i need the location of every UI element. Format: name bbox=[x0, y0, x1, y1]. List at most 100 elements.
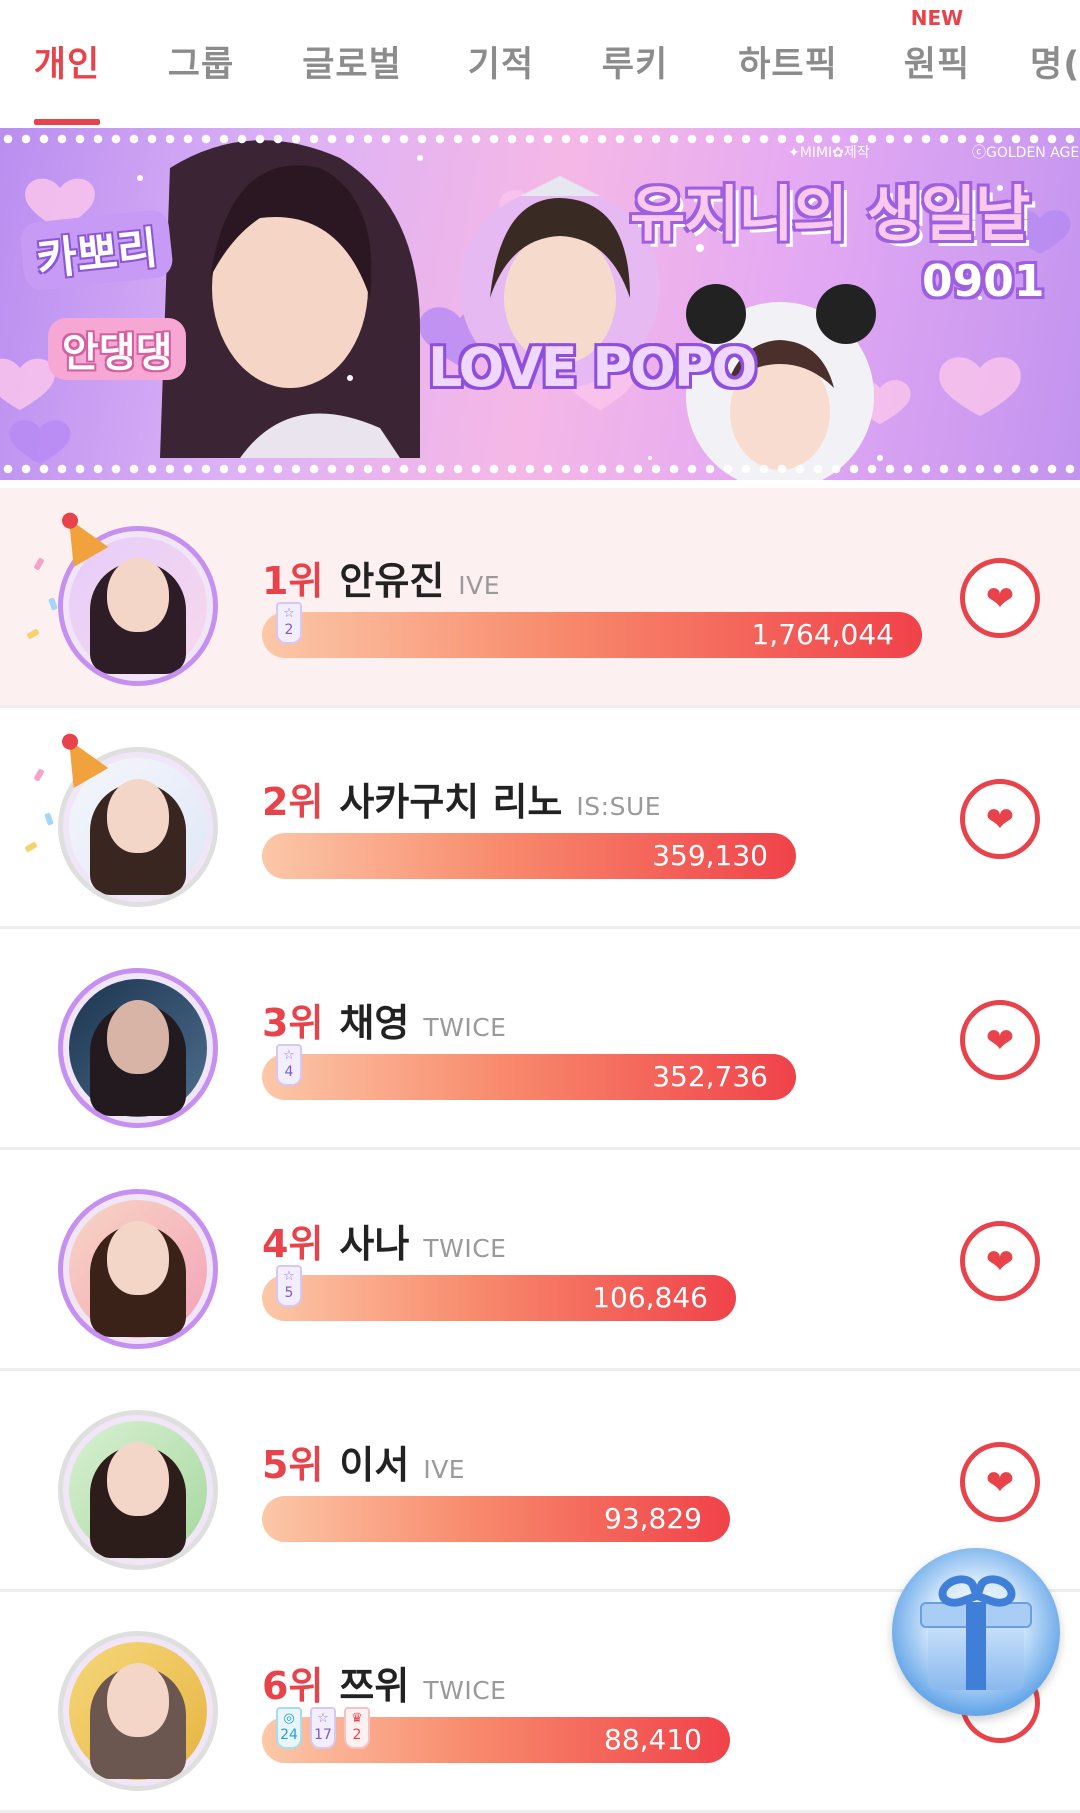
vote-heart-button[interactable]: ❤ bbox=[960, 558, 1040, 638]
ranking-row-3[interactable]: 3위 채영 TWICE ☆ 4 352,736 ❤ bbox=[0, 930, 1080, 1150]
vote-count: 352,736 bbox=[652, 1060, 768, 1093]
rank-label: 2위 bbox=[262, 780, 324, 824]
vote-bar: 359,130 bbox=[262, 833, 796, 879]
star-icon: ☆ bbox=[317, 1711, 329, 1726]
gift-ribbon bbox=[966, 1602, 986, 1690]
avatar[interactable] bbox=[58, 1189, 218, 1349]
star-badge: ☆ 5 bbox=[276, 1265, 302, 1307]
badge-count: 2 bbox=[284, 622, 294, 638]
rank-line: 5위 이서 IVE bbox=[262, 1434, 465, 1489]
idol-name: 이서 bbox=[339, 1443, 410, 1487]
badge-count: 17 bbox=[314, 1727, 332, 1743]
banner-stamp-edge-bottom bbox=[0, 464, 1080, 474]
banner-credit-maker: ✦MIMI✿제작 bbox=[788, 145, 870, 161]
heart-icon: ❤ bbox=[985, 579, 1015, 619]
new-badge: NEW bbox=[910, 6, 964, 30]
heart-icon: ❤ bbox=[985, 800, 1015, 840]
idol-name: 사나 bbox=[339, 1222, 410, 1266]
vote-heart-button[interactable]: ❤ bbox=[960, 1000, 1040, 1080]
rank-label: 4위 bbox=[262, 1222, 324, 1266]
tab-hall-of-fame[interactable]: 명( bbox=[1030, 0, 1080, 128]
badge-count: 2 bbox=[352, 1727, 362, 1743]
rank-label: 6위 bbox=[262, 1664, 324, 1708]
gift-floating-button[interactable] bbox=[892, 1548, 1060, 1716]
vote-heart-button[interactable]: ❤ bbox=[960, 779, 1040, 859]
avatar-face bbox=[107, 778, 169, 853]
medal-badge: ◎ 24 bbox=[276, 1707, 302, 1749]
vote-count: 106,846 bbox=[592, 1281, 708, 1314]
rank-line: 1위 안유진 IVE bbox=[262, 550, 500, 605]
confetti bbox=[48, 597, 58, 611]
vote-count: 1,764,044 bbox=[751, 618, 894, 651]
tab-miracle[interactable]: 기적 bbox=[454, 0, 548, 128]
banner-love-popo: LOVE POPO bbox=[428, 336, 757, 399]
confetti bbox=[33, 557, 45, 571]
tab-group[interactable]: 그룹 bbox=[154, 0, 248, 128]
banner-tag-andaengdaeng: 안댕댕 bbox=[48, 318, 187, 380]
group-name: TWICE bbox=[423, 1013, 507, 1042]
tab-label: 글로벌 bbox=[302, 45, 402, 85]
idol-name: 쯔위 bbox=[339, 1664, 410, 1708]
birthday-banner[interactable]: 카뽀리 안댕댕 유지니의 생일날 0901 LOVE POPO ✦MIMI✿제작… bbox=[0, 128, 1080, 480]
confetti bbox=[33, 768, 45, 782]
star-icon: ☆ bbox=[283, 1269, 295, 1284]
tab-label: 루키 bbox=[601, 45, 669, 85]
ranking-row-2[interactable]: 2위 사카구치 리노 IS:SUE 359,130 ❤ bbox=[0, 709, 1080, 929]
vote-bar: ☆ 2 1,764,044 bbox=[262, 602, 922, 658]
avatar-face bbox=[107, 999, 169, 1074]
star-badge: ☆ 4 bbox=[276, 1044, 302, 1086]
group-name: IVE bbox=[458, 571, 501, 600]
medal-icon: ◎ bbox=[283, 1711, 295, 1726]
heart-icon: ❤ bbox=[985, 1021, 1015, 1061]
ranking-row-1[interactable]: 1위 안유진 IVE ☆ 2 1,764,044 ❤ bbox=[0, 488, 1080, 708]
tab-onepick[interactable]: NEW 원픽 bbox=[890, 0, 984, 128]
group-name: TWICE bbox=[423, 1234, 507, 1263]
crown-icon: ♛ bbox=[351, 1711, 363, 1726]
tab-label: 개인 bbox=[33, 45, 101, 85]
avatar-image bbox=[69, 1421, 207, 1559]
vote-bar: ☆ 5 106,846 bbox=[262, 1265, 736, 1321]
tab-label: 하트픽 bbox=[738, 45, 838, 85]
avatar-face bbox=[107, 557, 169, 632]
vote-heart-button[interactable]: ❤ bbox=[960, 1221, 1040, 1301]
avatar-image bbox=[69, 979, 207, 1117]
confetti bbox=[24, 841, 38, 853]
heart-icon: ❤ bbox=[985, 1242, 1015, 1282]
rank-line: 4위 사나 TWICE bbox=[262, 1213, 506, 1268]
tab-heartpick[interactable]: 하트픽 bbox=[728, 0, 848, 128]
category-tab-bar: 개인 그룹 글로벌 기적 루키 하트픽 NEW 원픽 명( bbox=[0, 0, 1080, 128]
idol-name: 채영 bbox=[339, 1001, 410, 1045]
avatar[interactable] bbox=[58, 1631, 218, 1791]
tab-label: 명( bbox=[1030, 45, 1080, 85]
tab-label: 그룹 bbox=[167, 45, 235, 85]
banner-stamp-edge-top bbox=[0, 134, 1080, 144]
banner-title: 유지니의 생일날 bbox=[630, 180, 1030, 250]
rank-label: 1위 bbox=[262, 559, 324, 603]
avatar[interactable] bbox=[58, 1410, 218, 1570]
vote-count: 93,829 bbox=[604, 1502, 702, 1535]
idol-name: 사카구치 리노 bbox=[339, 780, 563, 824]
avatar-face bbox=[107, 1441, 169, 1516]
star-badge: ☆ 2 bbox=[276, 602, 302, 644]
rank-line: 3위 채영 TWICE bbox=[262, 992, 506, 1047]
vote-heart-button[interactable]: ❤ bbox=[960, 1442, 1040, 1522]
avatar-face bbox=[107, 1662, 169, 1737]
vote-count: 88,410 bbox=[604, 1723, 702, 1756]
vote-count: 359,130 bbox=[652, 839, 768, 872]
banner-date: 0901 bbox=[922, 256, 1045, 307]
tab-global[interactable]: 글로벌 bbox=[292, 0, 412, 128]
tab-individual[interactable]: 개인 bbox=[20, 0, 114, 128]
tab-rookie[interactable]: 루키 bbox=[588, 0, 682, 128]
avatar-face bbox=[107, 1220, 169, 1295]
tab-label: 원픽 bbox=[903, 45, 971, 85]
idol-name: 안유진 bbox=[339, 559, 445, 603]
rank-line: 6위 쯔위 TWICE bbox=[262, 1655, 506, 1710]
ranking-row-4[interactable]: 4위 사나 TWICE ☆ 5 106,846 ❤ bbox=[0, 1151, 1080, 1371]
avatar-image bbox=[69, 1200, 207, 1338]
ranking-row-5[interactable]: 5위 이서 IVE 93,829 ❤ bbox=[0, 1372, 1080, 1592]
group-name: TWICE bbox=[423, 1676, 507, 1705]
avatar[interactable] bbox=[58, 968, 218, 1128]
rank-line: 2위 사카구치 리노 IS:SUE bbox=[262, 771, 661, 826]
heart-icon: ❤ bbox=[985, 1463, 1015, 1503]
avatar-image bbox=[69, 1642, 207, 1780]
